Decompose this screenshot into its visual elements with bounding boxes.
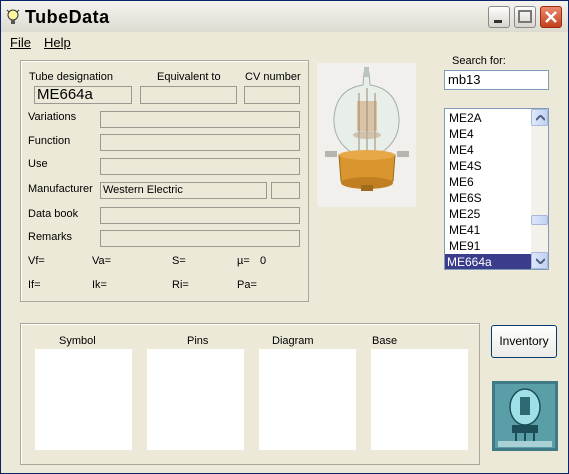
maximize-button[interactable] [514, 6, 536, 28]
symbol-panel [35, 349, 132, 450]
tube-listbox[interactable]: ME2A ME4 ME4 ME4S ME6 ME6S ME25 ME41 ME9… [444, 108, 549, 270]
va-label: Va= [92, 255, 112, 267]
list-item[interactable]: ME4 [447, 126, 531, 142]
list-item[interactable]: ME91 [447, 238, 531, 254]
base-label: Base [372, 335, 398, 347]
maximize-icon [518, 10, 532, 23]
list-item[interactable]: ME25 [447, 206, 531, 222]
ri-label: Ri= [172, 279, 189, 291]
chevron-down-icon [536, 258, 545, 264]
symbol-label: Symbol [59, 335, 96, 347]
manufacturer-code-field[interactable] [271, 182, 300, 199]
close-button[interactable] [540, 6, 562, 28]
databook-field[interactable] [100, 207, 300, 224]
scroll-down-button[interactable] [531, 252, 548, 269]
tube-photo [317, 63, 416, 207]
remarks-field[interactable] [100, 230, 300, 247]
list-item[interactable]: ME2A [447, 110, 531, 126]
chevron-up-icon [536, 115, 545, 121]
list-item[interactable]: ME4 [447, 142, 531, 158]
cv-number-field[interactable] [244, 86, 300, 104]
designation-label: Tube designation [29, 71, 113, 83]
base-panel [371, 349, 468, 450]
use-field[interactable] [100, 158, 300, 175]
search-label: Search for: [452, 55, 506, 67]
use-label: Use [28, 158, 48, 170]
remarks-label: Remarks [28, 231, 73, 243]
menu-bar: File Help [1, 34, 568, 52]
list-item[interactable]: ME6S [447, 190, 531, 206]
tube-logo-icon[interactable] [492, 381, 558, 451]
scroll-thumb[interactable] [531, 215, 548, 225]
designation-field[interactable]: ME664a [34, 86, 132, 104]
list-scrollbar[interactable] [531, 109, 548, 269]
databook-label: Data book [28, 208, 79, 220]
search-input[interactable]: mb13 [444, 70, 549, 90]
menu-help[interactable]: Help [44, 35, 71, 50]
inventory-button[interactable]: Inventory [491, 325, 557, 358]
list-item[interactable]: ME6 [447, 174, 531, 190]
diagram-label: Diagram [272, 335, 314, 347]
cv-number-label: CV number [245, 71, 301, 83]
function-label: Function [28, 135, 71, 147]
variations-label: Variations [28, 111, 77, 123]
ik-label: Ik= [92, 279, 107, 291]
lightbulb-icon [6, 9, 20, 24]
scroll-up-button[interactable] [531, 109, 548, 126]
pins-panel [147, 349, 244, 450]
pa-label: Pa= [237, 279, 257, 291]
menu-file[interactable]: File [10, 35, 31, 50]
minimize-icon [494, 20, 502, 23]
mu-value: 0 [260, 255, 267, 267]
s-label: S= [172, 255, 186, 267]
main-window: TubeData File Help Tube designation Equi… [0, 0, 569, 474]
vf-label: Vf= [28, 255, 45, 267]
equivalent-label: Equivalent to [157, 71, 221, 83]
manufacturer-field[interactable]: Western Electric [100, 182, 267, 199]
if-label: If= [28, 279, 41, 291]
equivalent-field[interactable] [140, 86, 237, 104]
title-bar[interactable]: TubeData [1, 1, 568, 32]
minimize-button[interactable] [488, 6, 510, 28]
window-title: TubeData [25, 7, 110, 27]
close-icon [545, 11, 557, 23]
diagram-panel [259, 349, 356, 450]
list-item[interactable]: ME41 [447, 222, 531, 238]
variations-field[interactable] [100, 111, 300, 128]
list-item-selected[interactable]: ME664a [445, 254, 534, 269]
manufacturer-label: Manufacturer [28, 183, 93, 195]
pins-label: Pins [187, 335, 209, 347]
list-item[interactable]: ME4S [447, 158, 531, 174]
mu-label: µ= [237, 255, 250, 267]
function-field[interactable] [100, 134, 300, 151]
